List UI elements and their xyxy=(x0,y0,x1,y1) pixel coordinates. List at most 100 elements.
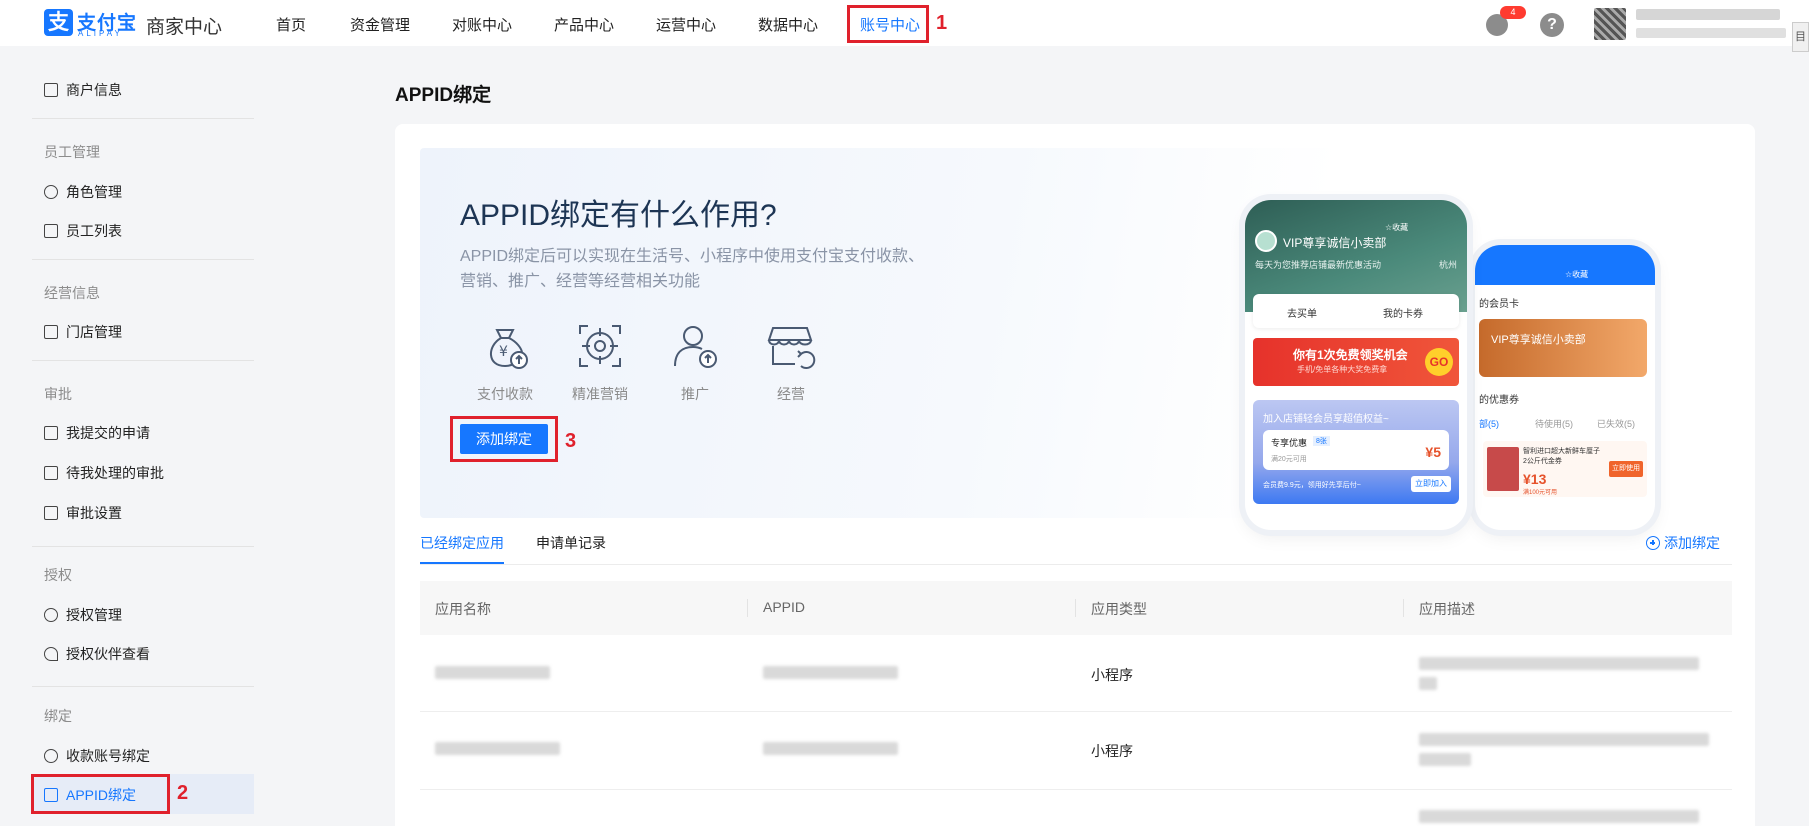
console-title: 商家中心 xyxy=(146,17,223,38)
hero-title: APPID绑定有什么作用? xyxy=(460,199,777,232)
description-blurred xyxy=(1419,733,1709,746)
description-blurred xyxy=(1419,753,1471,766)
cherry-image xyxy=(1487,447,1519,491)
column-app-name: 应用名称 xyxy=(435,601,491,617)
alipay-logo-icon[interactable]: 支 xyxy=(44,9,73,36)
feature-marketing: 精准营销 xyxy=(560,320,640,404)
sidebar-group-business: 经营信息 xyxy=(44,285,100,301)
plus-circle-icon xyxy=(1646,536,1660,550)
store-city: 杭州 xyxy=(1438,260,1457,270)
add-binding-link[interactable]: 添加绑定 xyxy=(1646,533,1720,553)
description-blurred xyxy=(1419,657,1699,670)
column-app-type: 应用类型 xyxy=(1091,601,1147,617)
column-separator xyxy=(747,599,748,617)
store-icon xyxy=(767,327,816,369)
page-title: APPID绑定 xyxy=(395,85,492,106)
hero-description: APPID绑定后可以实现在生活号、小程序中使用支付宝支付收款、营销、推广、经营等… xyxy=(460,248,925,290)
sidebar-divider xyxy=(32,259,254,260)
sidebar-divider xyxy=(32,546,254,547)
mockup-phone-secondary: ☆收藏 的会员卡 VIP尊享诚信小卖部 的优惠券 部(5) 待使用(5) 已失效… xyxy=(1475,245,1655,530)
sidebar-item-auth-management[interactable]: 授权管理 xyxy=(44,605,122,625)
app-type: 小程序 xyxy=(1091,743,1133,759)
column-separator xyxy=(1403,599,1404,617)
column-appid: APPID xyxy=(763,599,806,615)
sidebar-group-staff: 员工管理 xyxy=(44,144,100,160)
appid-blurred xyxy=(763,666,898,679)
app-type: 小程序 xyxy=(1091,667,1133,683)
app-name-blurred xyxy=(435,742,560,755)
nav-home[interactable]: 首页 xyxy=(276,14,306,35)
nav-funds[interactable]: 资金管理 xyxy=(350,14,410,35)
member-card-title: 的会员卡 xyxy=(1479,299,1519,310)
annotation-box-1 xyxy=(847,5,929,43)
coupon-item: 智利进口超大新鲜车厘子2公斤代金券 ¥13 满100元可用 立即使用 xyxy=(1483,441,1647,497)
app-name-blurred xyxy=(435,666,550,679)
sidebar-group-binding: 绑定 xyxy=(44,708,72,724)
sidebar-item-stores[interactable]: 门店管理 xyxy=(44,322,122,342)
submitted-icon xyxy=(44,426,58,440)
annotation-box-3 xyxy=(450,416,558,462)
member-promo: 加入店铺轻会员享超值权益~ 专享优惠 8张 满20元可用 ¥5 会员费9.9元，… xyxy=(1253,400,1459,504)
sidebar-item-payee-binding[interactable]: 收款账号绑定 xyxy=(44,746,150,766)
target-icon xyxy=(579,325,621,367)
nav-operations[interactable]: 运营中心 xyxy=(656,14,716,35)
coupons-title: 的优惠券 xyxy=(1479,395,1519,406)
feature-payment: ¥ 支付收款 xyxy=(465,320,545,404)
user-key-icon xyxy=(44,608,58,622)
sidebar-item-roles[interactable]: 角色管理 xyxy=(44,182,122,202)
sidebar-item-approval-settings[interactable]: 审批设置 xyxy=(44,503,122,523)
sidebar-group-authorization: 授权 xyxy=(44,567,72,583)
annotation-number-1: 1 xyxy=(936,12,948,34)
appid-blurred xyxy=(763,742,898,755)
tabs-divider xyxy=(420,564,1732,565)
column-separator xyxy=(1075,599,1076,617)
account-name-blurred xyxy=(1636,9,1780,20)
store-logo xyxy=(1255,230,1277,252)
side-panel-toggle[interactable]: 目 xyxy=(1792,22,1809,52)
settings-card-icon xyxy=(44,506,58,520)
sidebar-item-pending-approvals[interactable]: 待我处理的审批 xyxy=(44,463,164,483)
sidebar-divider xyxy=(32,360,254,361)
vip-card: VIP尊享诚信小卖部 xyxy=(1479,319,1647,377)
phone-header: ☆收藏 xyxy=(1475,245,1655,285)
store-subtitle: 每天为您推荐店铺最新优惠活动 xyxy=(1255,260,1382,270)
user-icon xyxy=(44,185,58,199)
sidebar-item-staff-list[interactable]: 员工列表 xyxy=(44,221,122,241)
feature-promotion: 推广 xyxy=(655,320,735,404)
description-blurred xyxy=(1419,810,1699,823)
annotation-number-3: 3 xyxy=(565,430,577,452)
account-id-blurred xyxy=(1636,28,1786,38)
notification-badge: 4 xyxy=(1500,6,1526,19)
sidebar-divider xyxy=(32,686,254,687)
feature-operation: 经营 xyxy=(751,320,831,404)
money-bag-icon: ¥ xyxy=(490,329,528,369)
nav-products[interactable]: 产品中心 xyxy=(554,14,614,35)
table-header: 应用名称 APPID 应用类型 应用描述 xyxy=(420,581,1732,635)
help-icon[interactable]: ? xyxy=(1540,13,1564,37)
tab-active-indicator xyxy=(420,562,504,564)
sidebar-item-merchant-info[interactable]: 商户信息 xyxy=(44,80,122,100)
mockup-phone-main: ☆收藏 VIP尊享诚信小卖部 每天为您推荐店铺最新优惠活动 杭州 去买单 我的卡… xyxy=(1245,200,1467,530)
book-icon xyxy=(44,466,58,480)
avatar[interactable] xyxy=(1594,8,1626,40)
store-name: VIP尊享诚信小卖部 xyxy=(1283,236,1387,250)
user-promote-icon xyxy=(674,326,717,368)
phone-quick-tabs: 去买单 我的卡券 xyxy=(1253,294,1459,328)
table-row[interactable]: 小程序 xyxy=(420,713,1732,790)
tab-application-records[interactable]: 申请单记录 xyxy=(536,533,606,553)
annotation-box-2 xyxy=(31,774,170,814)
column-app-description: 应用描述 xyxy=(1419,601,1475,617)
id-card-icon xyxy=(44,83,58,97)
store-icon xyxy=(44,325,58,339)
table-row[interactable]: 小程序 xyxy=(420,635,1732,712)
lottery-banner: 你有1次免费领奖机会 手机/免单各种大奖免费拿 GO xyxy=(1253,338,1459,386)
svg-text:¥: ¥ xyxy=(499,344,508,360)
nav-reconciliation[interactable]: 对账中心 xyxy=(452,14,512,35)
description-blurred xyxy=(1419,677,1437,690)
sidebar-item-my-requests[interactable]: 我提交的申请 xyxy=(44,423,150,443)
sidebar-item-auth-partners[interactable]: 授权伙伴查看 xyxy=(44,644,150,664)
member-coupon: 专享优惠 8张 满20元可用 ¥5 xyxy=(1263,430,1449,470)
nav-data[interactable]: 数据中心 xyxy=(758,14,818,35)
annotation-number-2: 2 xyxy=(177,782,189,804)
tab-bound-apps[interactable]: 已经绑定应用 xyxy=(420,533,504,553)
